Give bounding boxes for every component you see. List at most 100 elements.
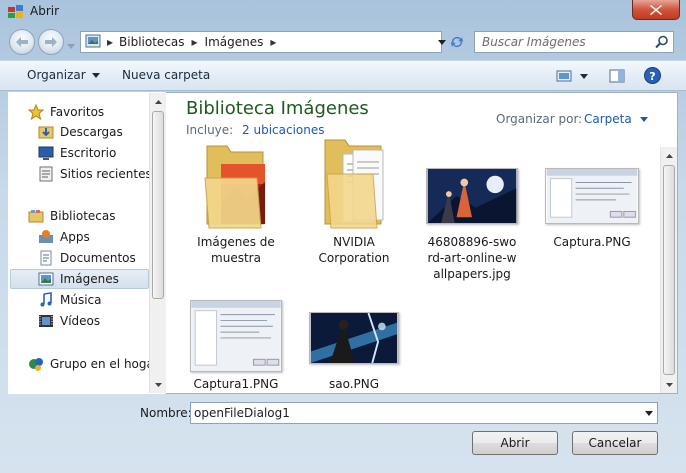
arrange-by-dropdown[interactable]: Carpeta [584,112,648,126]
arrange-by-label: Organizar por: [496,112,583,126]
video-icon [38,313,54,329]
change-view-button[interactable] [556,69,588,83]
navigation-pane: Favoritos Descargas Escritorio Sitios re… [8,92,166,394]
nav-scrollbar[interactable] [149,93,166,393]
nav-label: Música [60,293,102,307]
scroll-thumb[interactable] [663,165,675,375]
nav-label: Descargas [60,125,123,139]
chevron-down-icon [67,44,75,49]
file-label: 46808896-sword-art-online-wallpapers.jpg [427,235,517,281]
file-item-imagenes-muestra[interactable]: Imágenes de muestra [185,145,287,266]
refresh-button[interactable] [443,31,471,53]
scroll-thumb[interactable] [152,111,164,299]
image-thumbnail [421,150,523,230]
view-icon [556,70,572,82]
recent-places-icon [38,166,54,182]
breadcrumb-imagenes[interactable]: Imágenes [205,35,264,49]
back-button[interactable] [9,29,35,55]
music-icon [38,292,54,308]
preview-pane-button[interactable] [609,69,625,86]
file-label: Imágenes de muestra [197,235,275,265]
nav-item-documentos[interactable]: Documentos [38,248,136,268]
close-button[interactable] [632,0,680,20]
svg-text:?: ? [649,70,655,83]
nav-label: Grupo en el hogar [50,357,159,371]
close-x-icon [650,4,662,15]
arrange-by-value: Carpeta [584,112,632,126]
nav-item-imagenes[interactable]: Imágenes [10,269,149,289]
nav-label: Escritorio [60,146,117,160]
file-label: sao.PNG [328,377,380,391]
star-icon [27,103,45,121]
organize-label: Organizar [27,68,86,82]
image-thumbnail [541,150,643,230]
open-button[interactable]: Abrir [472,431,558,455]
libraries-icon [28,208,44,224]
nav-bibliotecas[interactable]: Bibliotecas [28,206,115,226]
window-title: Abrir [30,4,60,18]
nav-item-descargas[interactable]: Descargas [38,122,123,142]
forward-button[interactable] [38,29,64,55]
address-bar[interactable]: ▸ Bibliotecas ▸ Imágenes ▸ [80,31,442,53]
search-placeholder: Buscar Imágenes [482,35,586,49]
search-input[interactable]: Buscar Imágenes [474,31,674,53]
file-item-sao-wallpaper[interactable]: 46808896-sword-art-online-wallpapers.jpg [421,150,523,282]
scroll-up-arrow[interactable] [150,93,166,110]
file-item-sao[interactable]: sao.PNG [303,292,405,392]
nav-label: Bibliotecas [50,209,116,223]
library-pictures-icon [85,34,101,50]
scroll-down-arrow[interactable] [150,376,166,393]
image-thumbnail [185,292,287,372]
organize-menu-button[interactable]: Organizar [27,68,100,82]
help-button[interactable]: ? [644,67,661,87]
scroll-up-arrow[interactable] [661,147,677,164]
chevron-down-icon [580,73,588,79]
nav-label: Apps [60,230,90,244]
file-label: Captura1.PNG [193,377,279,391]
nav-label: Favoritos [50,105,105,119]
forward-arrow-icon [45,37,57,47]
app-icon [8,5,24,19]
new-folder-button[interactable]: Nueva carpeta [122,68,210,82]
pictures-icon [38,271,54,287]
nav-label: Sitios recientes [60,167,152,181]
search-icon [655,35,668,49]
breadcrumb-bibliotecas[interactable]: Bibliotecas [119,35,184,49]
nav-item-musica[interactable]: Música [38,290,102,310]
preview-pane-icon [609,69,625,83]
back-arrow-icon [16,37,28,47]
chevron-down-icon [645,411,653,416]
nav-grupo-hogar[interactable]: Grupo en el hogar [28,354,159,374]
recent-pages-dropdown[interactable] [67,39,75,49]
help-icon: ? [644,67,661,84]
nav-item-videos[interactable]: Vídeos [38,311,100,331]
nav-label: Imágenes [60,272,119,286]
file-item-captura[interactable]: Captura.PNG [541,150,643,250]
homegroup-icon [28,356,44,372]
apps-library-icon [38,229,54,245]
cancel-button[interactable]: Cancelar [572,431,658,455]
file-label: NVIDIA Corporation [318,235,390,265]
file-item-captura1[interactable]: Captura1.PNG [185,292,287,392]
folder-icon [303,139,405,230]
nav-label: Documentos [60,251,136,265]
content-scrollbar[interactable] [660,147,677,393]
scroll-down-arrow[interactable] [661,376,677,393]
nav-item-escritorio[interactable]: Escritorio [38,143,116,163]
file-item-nvidia[interactable]: NVIDIA Corporation [303,139,405,266]
new-folder-label: Nueva carpeta [122,68,211,82]
file-label: Captura.PNG [553,235,631,249]
nav-item-apps[interactable]: Apps [38,227,90,247]
folder-icon [185,145,287,230]
filename-label: Nombre: [140,406,192,420]
refresh-icon [451,37,463,48]
chevron-down-icon [91,72,100,78]
documents-icon [38,250,54,266]
library-title: Biblioteca Imágenes [186,98,369,119]
nav-item-sitios-recientes[interactable]: Sitios recientes [38,164,152,184]
title-bar [0,0,686,26]
filename-combobox[interactable]: openFileDialog1 [190,402,658,424]
nav-favorites[interactable]: Favoritos [27,102,105,122]
chevron-down-icon [639,116,648,122]
desktop-icon [38,145,54,161]
